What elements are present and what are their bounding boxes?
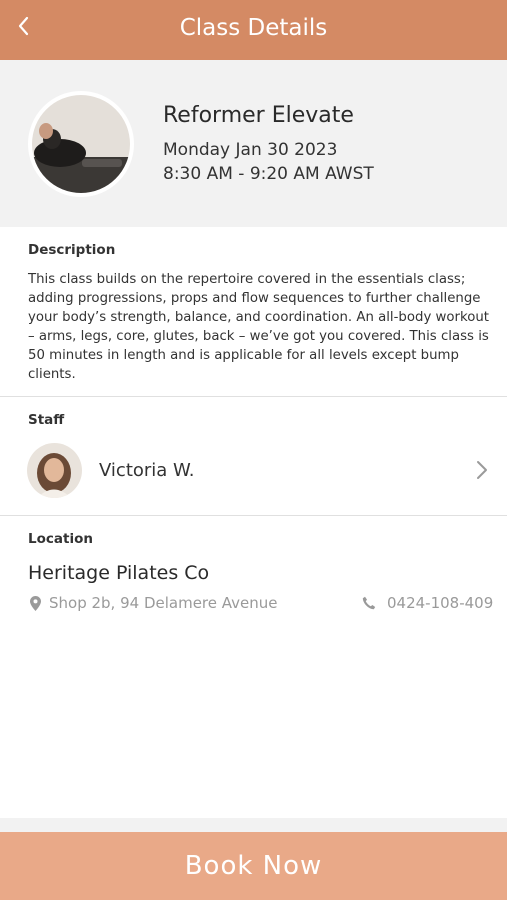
- book-now-button[interactable]: Book Now: [0, 832, 507, 900]
- divider: [0, 515, 507, 516]
- class-name: Reformer Elevate: [163, 103, 354, 128]
- address-text: Shop 2b, 94 Delamere Avenue: [49, 594, 278, 612]
- location-label: Location: [28, 531, 93, 547]
- footer-divider: [0, 818, 507, 832]
- staff-name: Victoria W.: [99, 460, 195, 481]
- location-phone[interactable]: 0424-108-409: [362, 594, 493, 612]
- location-address[interactable]: Shop 2b, 94 Delamere Avenue: [30, 594, 278, 612]
- staff-label: Staff: [28, 412, 65, 428]
- class-summary: Reformer Elevate Monday Jan 30 2023 8:30…: [0, 60, 507, 227]
- phone-text: 0424-108-409: [387, 594, 494, 612]
- description-text: This class builds on the repertoire cove…: [28, 272, 490, 382]
- class-image: [28, 91, 134, 197]
- phone-icon: [362, 596, 376, 610]
- class-date: Monday Jan 30 2023: [163, 140, 338, 160]
- staff-row[interactable]: Victoria W.: [0, 436, 507, 508]
- divider: [0, 396, 507, 397]
- class-time: 8:30 AM - 9:20 AM AWST: [163, 164, 374, 184]
- staff-avatar: [27, 443, 82, 498]
- location-name: Heritage Pilates Co: [28, 562, 210, 584]
- chevron-right-icon: [477, 461, 487, 479]
- description-label: Description: [28, 242, 116, 258]
- map-pin-icon: [30, 595, 41, 611]
- app-header: Class Details: [0, 0, 507, 60]
- page-title: Class Details: [179, 15, 328, 41]
